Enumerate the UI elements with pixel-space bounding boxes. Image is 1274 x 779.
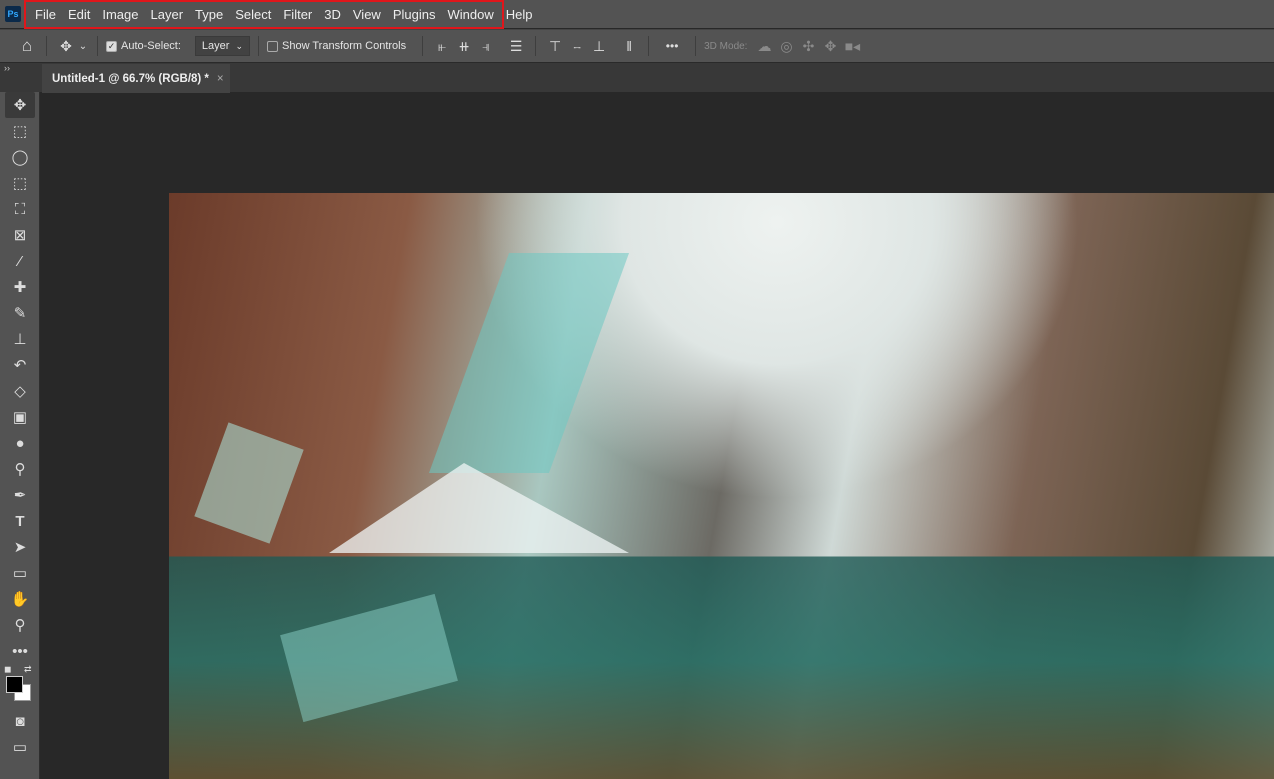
gradient-tool-icon[interactable]: ▣	[0, 404, 40, 430]
menu-type[interactable]: Type	[189, 7, 229, 22]
divider	[97, 36, 98, 56]
brush-tool-icon[interactable]: ✎	[0, 300, 40, 326]
color-swatches: ◼ ⇄	[0, 664, 39, 704]
document-tab-bar: ›› Untitled-1 @ 66.7% (RGB/8) * ×	[0, 62, 1274, 93]
close-tab-icon[interactable]: ×	[217, 73, 224, 85]
menu-help[interactable]: Help	[500, 7, 539, 22]
blur-tool-icon[interactable]: ●	[0, 430, 40, 456]
menu-bar: Ps File Edit Image Layer Type Select Fil…	[0, 0, 1274, 29]
menu-window[interactable]: Window	[441, 7, 499, 22]
glass-shard	[280, 593, 458, 723]
quick-mask-icon[interactable]: ◙	[0, 708, 40, 734]
rectangular-marquee-tool-icon[interactable]: ⬚	[0, 118, 40, 144]
menu-3d[interactable]: 3D	[318, 7, 347, 22]
dodge-tool-icon[interactable]: ⚲	[0, 456, 40, 482]
type-tool-icon[interactable]: T	[0, 508, 40, 534]
photoshop-logo: Ps	[5, 6, 21, 22]
align-bottom-icon[interactable]: ⊥	[588, 35, 610, 57]
screen-mode-icon[interactable]: ▭	[0, 734, 40, 760]
foreground-color[interactable]	[6, 676, 23, 693]
divider	[258, 36, 259, 56]
menu-image[interactable]: Image	[96, 7, 144, 22]
more-tools-icon[interactable]: •••	[0, 638, 40, 664]
align-top-icon[interactable]: ⊤	[544, 35, 566, 57]
home-icon[interactable]: ⌂	[16, 35, 38, 57]
drag-3d-icon[interactable]: ✣	[797, 35, 819, 57]
document-tab[interactable]: Untitled-1 @ 66.7% (RGB/8) * ×	[42, 64, 230, 93]
more-options-button[interactable]: •••	[657, 35, 687, 57]
zoom-tool-icon[interactable]: ⚲	[0, 612, 40, 638]
divider	[422, 36, 424, 56]
lasso-tool-icon[interactable]: ◯	[0, 144, 40, 170]
menu-select[interactable]: Select	[229, 7, 277, 22]
glass-shard	[428, 253, 630, 473]
hand-tool-icon[interactable]: ✋	[0, 586, 40, 612]
menu-layer[interactable]: Layer	[145, 7, 190, 22]
camera-3d-icon[interactable]: ■◂	[841, 35, 863, 57]
default-colors-icon[interactable]: ◼	[4, 664, 11, 675]
swap-colors-icon[interactable]: ⇄	[24, 664, 32, 675]
glass-shard	[194, 422, 304, 544]
align-right-icon[interactable]: ⫣	[475, 35, 497, 57]
divider	[695, 36, 697, 56]
tools-panel: ✥ ⬚ ◯ ⬚ ⛶ ⊠ ⁄ ✚ ✎ ⊥ ↶ ◇ ▣ ● ⚲ ✒ T ➤ ▭ ✋ …	[0, 92, 40, 779]
menu-plugins[interactable]: Plugins	[387, 7, 442, 22]
orbit-3d-icon[interactable]: ☁	[753, 35, 775, 57]
spot-healing-tool-icon[interactable]: ✚	[0, 274, 40, 300]
dropdown-value: Layer	[201, 40, 230, 52]
chevron-down-icon[interactable]: ⌄	[77, 35, 89, 57]
menu-filter[interactable]: Filter	[277, 7, 318, 22]
history-brush-tool-icon[interactable]: ↶	[0, 352, 40, 378]
3d-mode-label: 3D Mode:	[704, 40, 748, 52]
distribute-vertical-icon[interactable]: ‖	[618, 35, 640, 57]
align-center-icon[interactable]: ⧺	[453, 35, 475, 57]
path-selection-tool-icon[interactable]: ➤	[0, 534, 40, 560]
menu-edit[interactable]: Edit	[62, 7, 96, 22]
move-tool-icon[interactable]: ✥	[5, 92, 35, 118]
auto-select-checkbox[interactable]: ✓	[106, 40, 117, 52]
show-transform-checkbox[interactable]	[267, 40, 278, 52]
document-tab-title: Untitled-1 @ 66.7% (RGB/8) *	[52, 72, 209, 85]
clone-stamp-tool-icon[interactable]: ⊥	[0, 326, 40, 352]
slide-3d-icon[interactable]: ✥	[819, 35, 841, 57]
eraser-tool-icon[interactable]: ◇	[0, 378, 40, 404]
auto-select-dropdown[interactable]: Layer ⌄	[194, 36, 250, 56]
distribute-icon[interactable]: ☰	[505, 35, 527, 57]
pen-tool-icon[interactable]: ✒	[0, 482, 40, 508]
crop-tool-icon[interactable]: ⛶	[0, 196, 40, 222]
move-tool-preset-icon[interactable]: ✥	[55, 35, 77, 57]
rectangle-tool-icon[interactable]: ▭	[0, 560, 40, 586]
divider	[535, 36, 537, 56]
divider	[648, 36, 650, 56]
options-bar: ⌂ ✥ ⌄ ✓ Auto-Select: Layer ⌄ Show Transfo…	[0, 29, 1274, 62]
menu-view[interactable]: View	[347, 7, 387, 22]
eyedropper-tool-icon[interactable]: ⁄	[0, 248, 40, 274]
show-transform-label: Show Transform Controls	[282, 40, 407, 52]
divider	[46, 36, 47, 56]
menu-file[interactable]: File	[29, 7, 62, 22]
align-middle-icon[interactable]: ⧿	[566, 35, 588, 57]
frame-tool-icon[interactable]: ⊠	[0, 222, 40, 248]
chevron-down-icon: ⌄	[235, 40, 243, 51]
document-canvas-image[interactable]	[169, 193, 1274, 779]
align-left-icon[interactable]: ⫦	[431, 35, 453, 57]
expand-panels-icon[interactable]: ››	[4, 63, 10, 73]
object-selection-tool-icon[interactable]: ⬚	[0, 170, 40, 196]
auto-select-label: Auto-Select:	[121, 40, 181, 52]
roll-3d-icon[interactable]: ◎	[775, 35, 797, 57]
snow-slope	[329, 463, 629, 553]
